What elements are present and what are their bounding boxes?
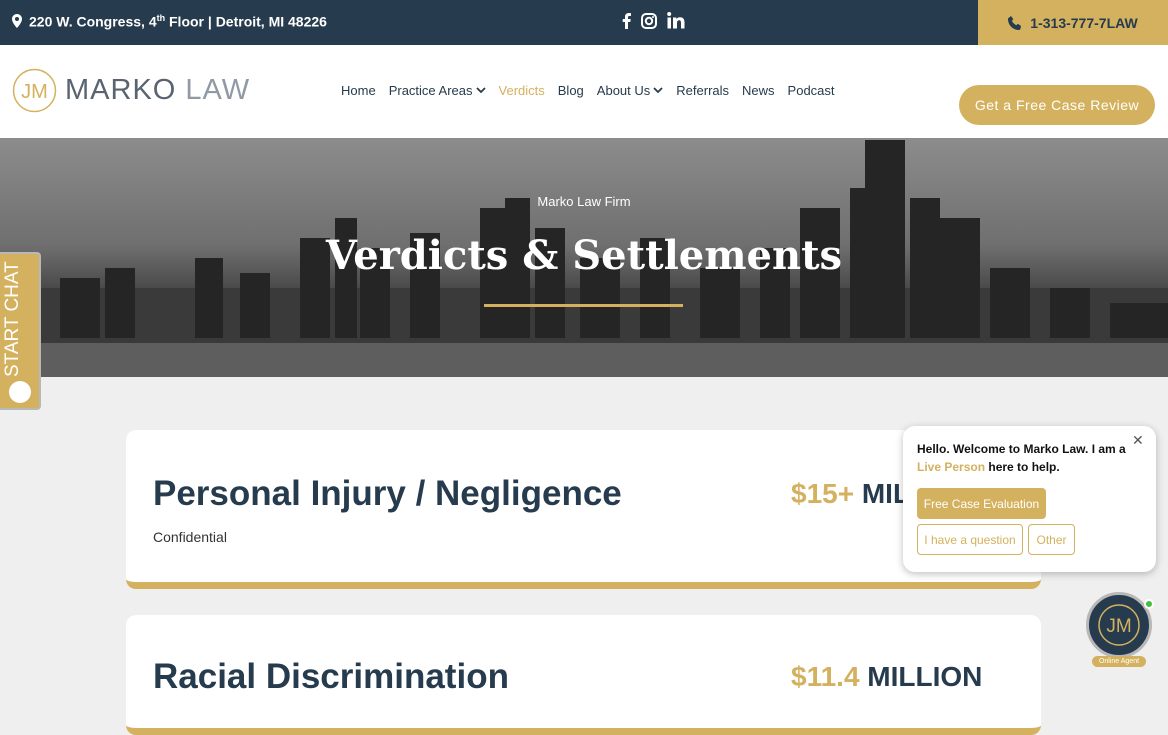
verdict-title: Racial Discrimination [153,657,509,696]
instagram-icon[interactable] [641,12,657,29]
nav-podcast[interactable]: Podcast [788,83,835,98]
address-text-rest: Floor | Detroit, MI 48226 [165,13,327,30]
social-links [622,12,685,29]
phone-icon [1008,15,1022,30]
start-chat-tab[interactable]: START CHAT [0,252,41,410]
online-agent-badge: Online Agent [1092,656,1146,667]
top-bar: 220 W. Congress, 4th Floor | Detroit, MI… [0,0,1168,45]
nav-label: News [742,83,775,98]
nav-label: About Us [596,83,651,98]
page-title: Verdicts & Settlements [325,232,843,279]
verdict-title: Personal Injury / Negligence [153,474,622,513]
logo-monogram: JM [12,68,57,113]
nav-label: Podcast [787,83,835,98]
hero-banner: Marko Law Firm Verdicts & Settlements [0,138,1168,377]
nav-label: Home [341,83,376,98]
verdict-subtitle: Confidential [153,529,227,545]
nav-blog[interactable]: Blog [558,83,584,98]
logo-word-marko: MARKO [65,74,177,106]
nav-home[interactable]: Home [341,83,376,98]
free-case-evaluation-button[interactable]: Free Case Evaluation [917,488,1046,519]
start-chat-label: START CHAT [2,261,23,377]
phone-button[interactable]: 1-313-777-7LAW [978,0,1168,45]
chat-welcome-message: Hello. Welcome to Marko Law. I am a Live… [917,440,1145,476]
verdict-card: Racial Discrimination $11.4 MILLION [126,615,1041,735]
hero-kicker: Marko Law Firm [537,194,631,209]
logo-word-law: LAW [185,74,251,106]
nav-about-us[interactable]: About Us [597,83,663,98]
svg-text:JM: JM [21,81,48,103]
address: 220 W. Congress, 4th Floor | Detroit, MI… [12,13,327,30]
nav-label: Verdicts [498,83,545,98]
free-case-review-button[interactable]: Get a Free Case Review [959,85,1155,125]
nav-referrals[interactable]: Referrals [676,83,729,98]
verdict-amount: $11.4 MILLION [791,661,982,693]
facebook-icon[interactable] [622,12,631,29]
main-nav: Home Practice Areas Verdicts Blog About … [341,83,835,98]
agent-monogram: JM [1098,604,1140,646]
chat-bubble-icon [9,381,31,403]
logo[interactable]: JM MARKO LAW [12,68,250,113]
nav-label: Practice Areas [388,83,473,98]
nav-label: Blog [557,83,584,98]
other-button[interactable]: Other [1028,524,1075,555]
main-header: JM MARKO LAW Home Practice Areas Verdict… [0,45,1168,138]
title-underline [484,304,683,307]
have-question-button[interactable]: I have a question [917,524,1023,555]
logo-wordmark: MARKO LAW [65,74,250,107]
nav-verdicts[interactable]: Verdicts [499,83,545,98]
nav-practice-areas[interactable]: Practice Areas [389,83,486,98]
chat-popup: ✕ Hello. Welcome to Marko Law. I am a Li… [903,426,1156,572]
nav-label: Referrals [676,83,730,98]
chevron-down-icon [653,87,663,94]
online-agent-avatar[interactable]: JM [1086,592,1154,658]
linkedin-icon[interactable] [667,12,685,29]
verdict-amount-unit: MILLION [859,661,983,692]
address-sup: th [156,13,166,23]
phone-number: 1-313-777-7LAW [1030,14,1138,31]
chat-msg-part: Hello. Welcome to Marko Law. I am a [917,442,1126,456]
online-status-dot [1144,599,1154,609]
address-text: 220 W. Congress, 4 [29,13,157,30]
svg-text:JM: JM [1106,616,1131,637]
chevron-down-icon [475,87,486,94]
verdict-amount-number: $11.4 [791,661,860,692]
location-pin-icon [12,14,22,29]
nav-news[interactable]: News [742,83,775,98]
chat-msg-highlight: Live Person [917,460,986,474]
verdict-amount-number: $15+ [791,478,855,509]
chat-msg-part: here to help. [985,460,1060,474]
